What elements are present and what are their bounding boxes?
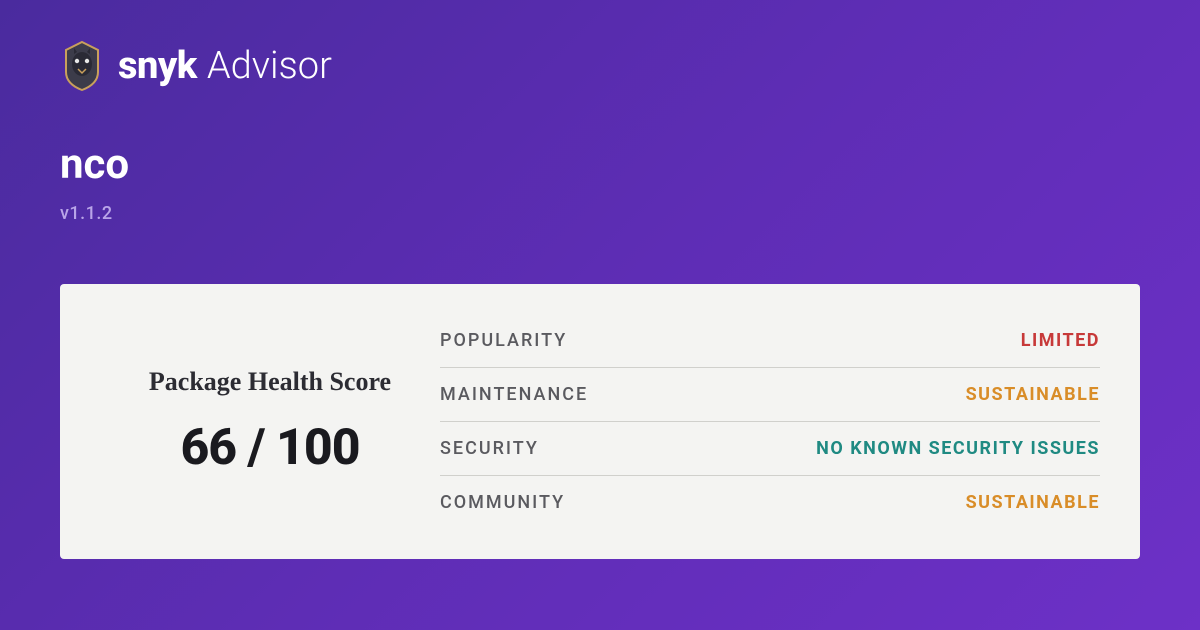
- metric-label: MAINTENANCE: [440, 384, 588, 405]
- metric-value: SUSTAINABLE: [966, 384, 1100, 405]
- metric-value: NO KNOWN SECURITY ISSUES: [816, 438, 1100, 459]
- metric-value: SUSTAINABLE: [966, 492, 1100, 513]
- health-card: Package Health Score 66 / 100 POPULARITY…: [60, 284, 1140, 559]
- metric-value: LIMITED: [1021, 330, 1100, 351]
- metric-row: MAINTENANCE SUSTAINABLE: [440, 368, 1100, 422]
- brand-name-light: Advisor: [207, 44, 332, 88]
- metric-label: COMMUNITY: [440, 492, 565, 513]
- page-container: snyk Advisor nco v1.1.2 Package Health S…: [0, 0, 1200, 599]
- metric-row: SECURITY NO KNOWN SECURITY ISSUES: [440, 422, 1100, 476]
- metric-row: COMMUNITY SUSTAINABLE: [440, 476, 1100, 529]
- score-section: Package Health Score 66 / 100: [100, 314, 440, 529]
- metric-label: SECURITY: [440, 438, 539, 459]
- package-name: nco: [60, 140, 1140, 189]
- score-value: 66 / 100: [180, 419, 359, 477]
- logo-row: snyk Advisor: [60, 40, 1140, 92]
- package-version: v1.1.2: [60, 203, 1140, 224]
- metric-row: POPULARITY LIMITED: [440, 314, 1100, 368]
- snyk-logo-icon: [60, 40, 104, 92]
- brand-name-bold: snyk: [118, 44, 197, 88]
- metric-label: POPULARITY: [440, 330, 567, 351]
- metrics-section: POPULARITY LIMITED MAINTENANCE SUSTAINABLE S…: [440, 314, 1100, 529]
- brand-text: snyk Advisor: [118, 44, 332, 88]
- score-title: Package Health Score: [149, 367, 391, 397]
